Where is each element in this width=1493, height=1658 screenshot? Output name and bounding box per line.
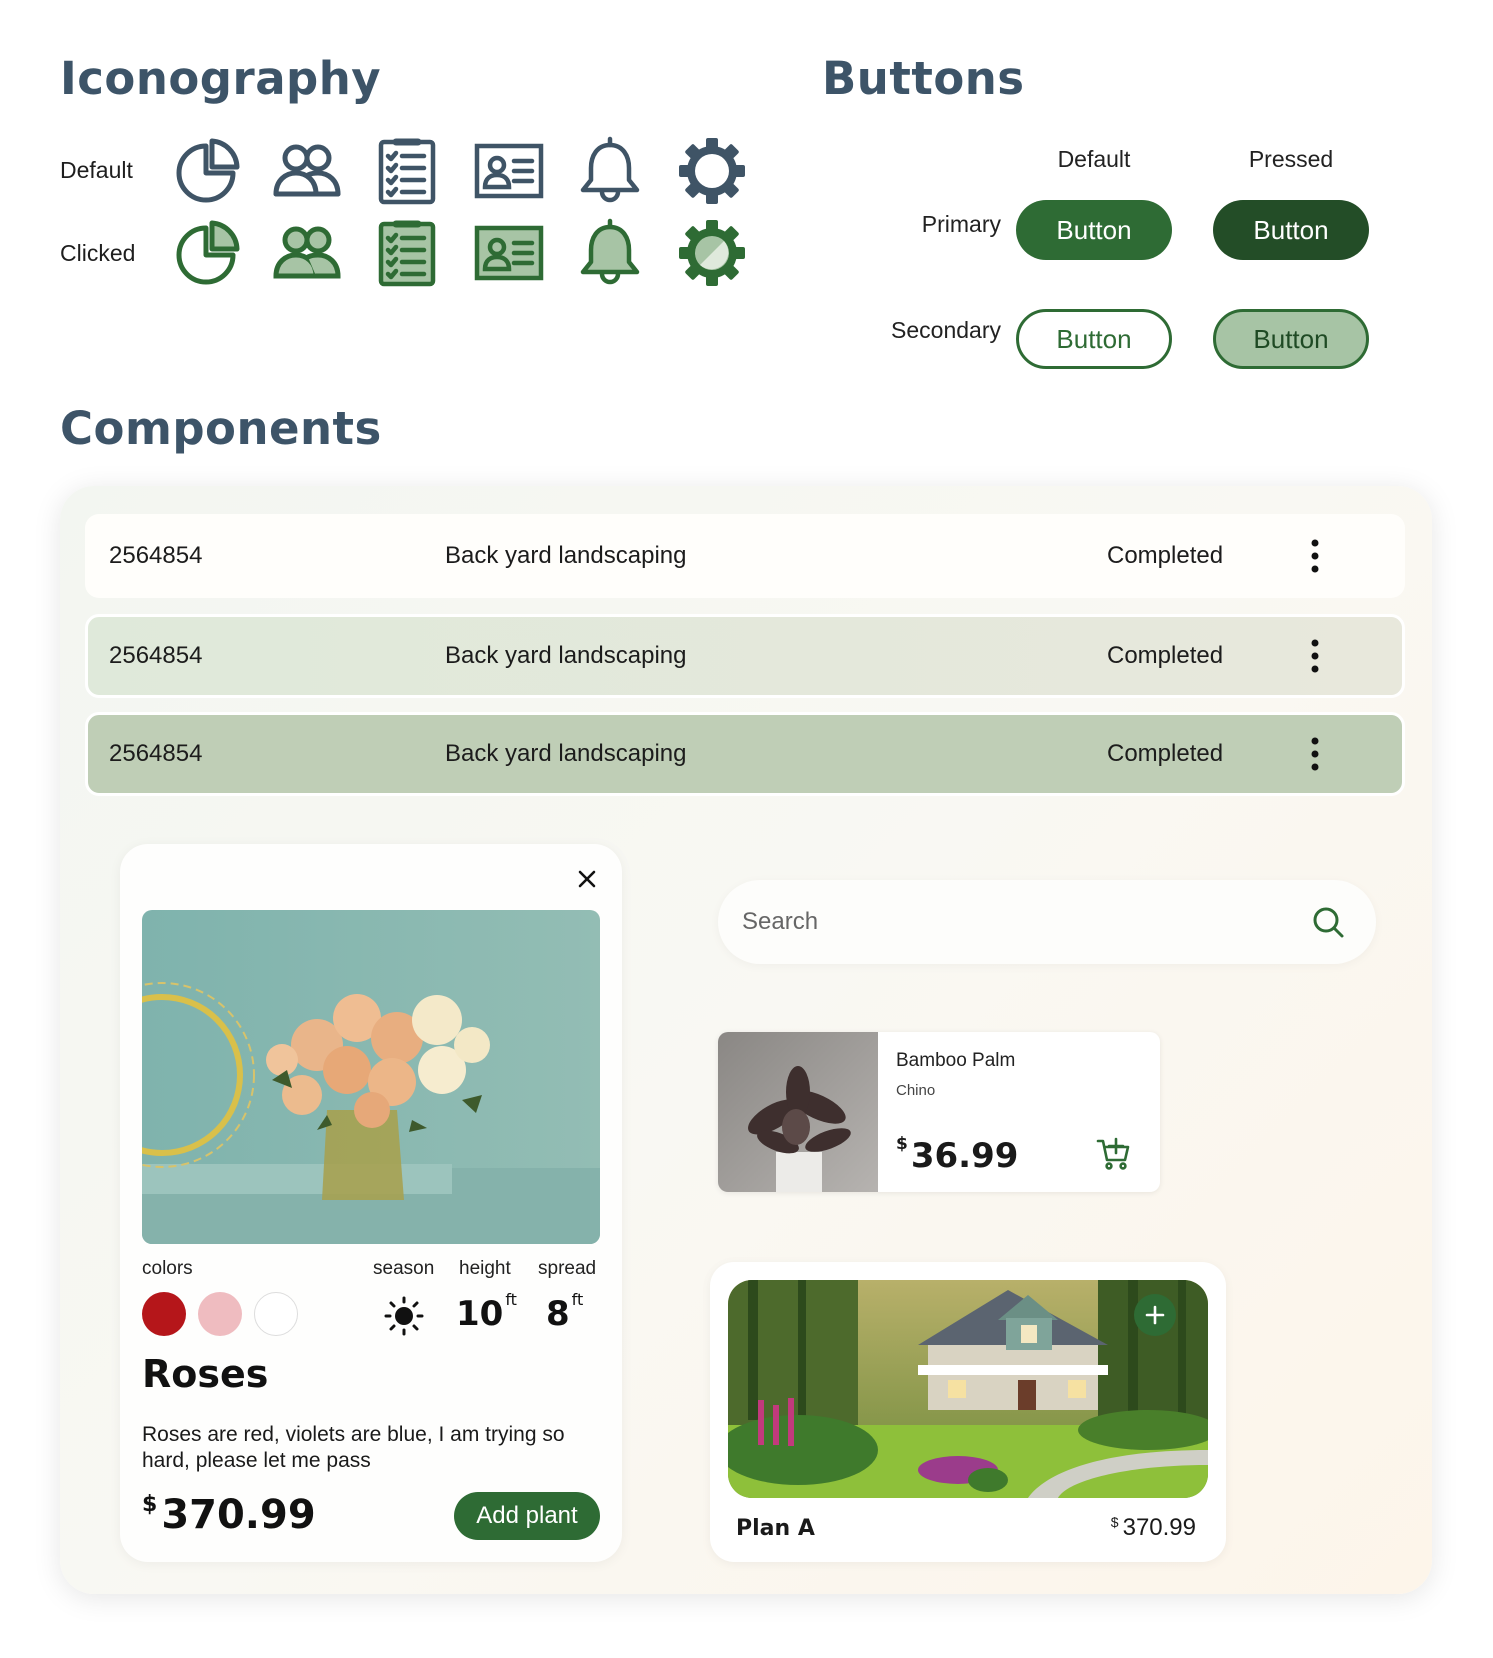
product-name: Bamboo Palm — [896, 1050, 1016, 1071]
spread-label: spread — [538, 1258, 597, 1279]
height-value: 10 ft — [456, 1290, 517, 1334]
more-vertical-icon[interactable] — [1305, 538, 1325, 574]
plant-detail-card: colors season height spread 10ft 8ft R — [120, 844, 622, 1562]
row-status: Completed — [1107, 642, 1224, 669]
search-input[interactable] — [742, 900, 1302, 944]
rose-photo — [142, 910, 600, 1244]
product-price: $36.99 — [896, 1134, 1019, 1176]
components-panel: 2564854 Back yard landscaping Completed … — [60, 486, 1432, 1594]
components-title: Components — [60, 402, 382, 455]
primary-button-pressed[interactable]: Button — [1213, 200, 1369, 260]
sun-icon — [384, 1296, 424, 1336]
contact-card-icon-clicked[interactable] — [474, 218, 544, 288]
row-title: Back yard landscaping — [445, 642, 687, 669]
row-id: 2564854 — [109, 740, 203, 767]
more-vertical-icon[interactable] — [1305, 638, 1325, 674]
checklist-icon-clicked[interactable] — [372, 218, 442, 288]
col-head-pressed: Pressed — [1248, 146, 1334, 172]
row-status: Completed — [1107, 740, 1224, 767]
season-label: season — [373, 1258, 435, 1279]
primary-label: Primary — [921, 211, 1001, 237]
pie-chart-icon-clicked[interactable] — [171, 218, 241, 288]
more-vertical-icon[interactable] — [1305, 736, 1325, 772]
gear-icon[interactable] — [677, 136, 747, 206]
colors-label: colors — [142, 1258, 193, 1279]
color-swatch-pink[interactable] — [198, 1292, 242, 1336]
plant-name: Roses — [142, 1352, 269, 1396]
plant-description: Roses are red, violets are blue, I am tr… — [142, 1423, 565, 1472]
add-to-cart-icon[interactable] — [1096, 1136, 1132, 1172]
color-swatch-red[interactable] — [142, 1292, 186, 1336]
buttons-title: Buttons — [822, 52, 1025, 105]
gear-icon-clicked[interactable] — [677, 218, 747, 288]
product-card[interactable]: Bamboo Palm Chino $36.99 — [718, 1032, 1160, 1192]
bell-icon-clicked[interactable] — [575, 218, 645, 288]
plus-icon — [1145, 1305, 1165, 1325]
pie-chart-icon[interactable] — [171, 136, 241, 206]
secondary-button[interactable]: Button — [1016, 309, 1172, 369]
table-row[interactable]: 2564854 Back yard landscaping Completed — [85, 514, 1405, 598]
product-photo — [718, 1032, 878, 1192]
row-status: Completed — [1107, 542, 1224, 569]
color-swatch-white[interactable] — [254, 1292, 298, 1336]
table-row[interactable]: 2564854 Back yard landscaping Completed — [85, 614, 1405, 698]
add-plant-button[interactable]: Add plant — [454, 1492, 600, 1540]
primary-button[interactable]: Button — [1016, 200, 1172, 260]
height-label: height — [459, 1258, 511, 1279]
icon-row-label-clicked: Clicked — [60, 240, 136, 266]
contact-card-icon[interactable] — [474, 136, 544, 206]
plan-name: Plan A — [736, 1516, 815, 1541]
secondary-button-pressed[interactable]: Button — [1213, 309, 1369, 369]
plant-price: $370.99 — [142, 1492, 316, 1538]
col-head-default: Default — [1057, 146, 1131, 172]
search-bar — [718, 880, 1376, 964]
bell-icon[interactable] — [575, 136, 645, 206]
users-icon[interactable] — [272, 136, 342, 206]
add-plan-button[interactable] — [1134, 1294, 1176, 1336]
plan-card[interactable]: Plan A $370.99 — [710, 1262, 1226, 1562]
row-title: Back yard landscaping — [445, 740, 687, 767]
icon-row-label-default: Default — [60, 157, 133, 183]
plan-price: $370.99 — [1110, 1514, 1196, 1541]
row-id: 2564854 — [109, 542, 203, 569]
table-row[interactable]: 2564854 Back yard landscaping Completed — [85, 712, 1405, 796]
search-icon[interactable] — [1310, 904, 1346, 940]
close-icon[interactable] — [576, 868, 598, 890]
iconography-title: Iconography — [60, 52, 382, 105]
spread-value: 8 ft — [546, 1290, 584, 1334]
row-title: Back yard landscaping — [445, 542, 687, 569]
users-icon-clicked[interactable] — [272, 218, 342, 288]
row-id: 2564854 — [109, 642, 203, 669]
checklist-icon[interactable] — [372, 136, 442, 206]
product-location: Chino — [896, 1082, 936, 1099]
secondary-label: Secondary — [891, 317, 1001, 343]
